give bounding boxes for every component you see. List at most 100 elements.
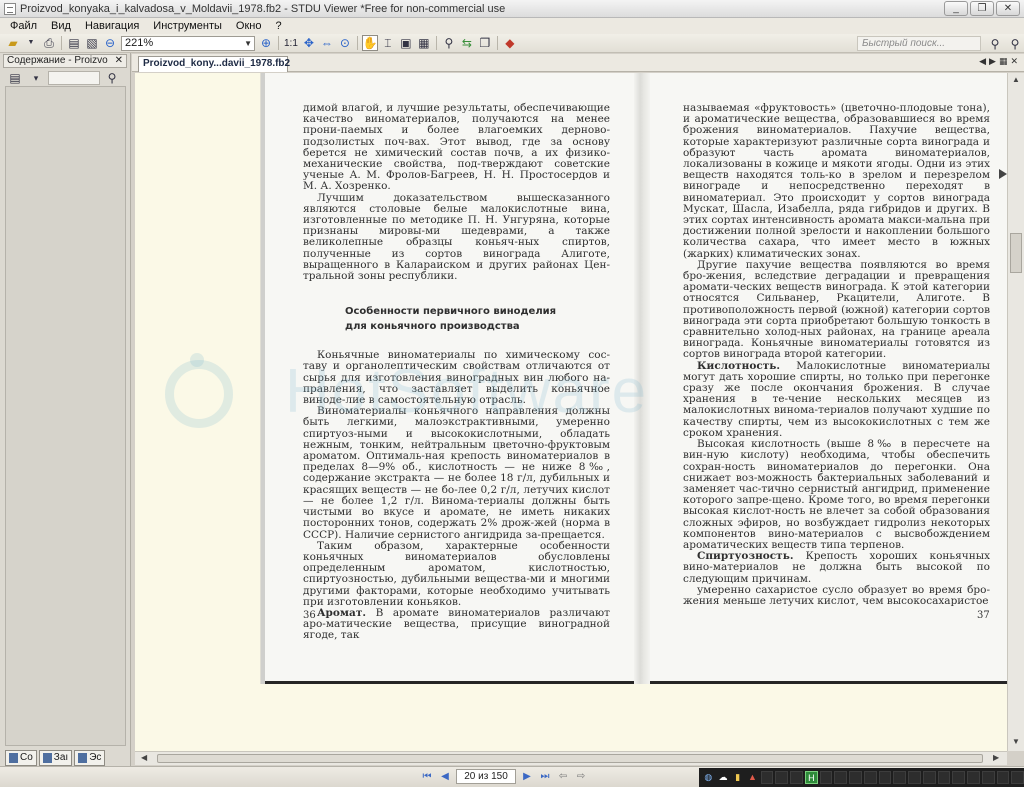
menu-view[interactable]: Вид xyxy=(44,20,78,32)
bookmark-icon[interactable]: ◆ xyxy=(502,35,518,51)
horizontal-scroll-thumb[interactable] xyxy=(157,754,983,763)
horizontal-scrollbar[interactable]: ◀ ▶ xyxy=(135,751,1007,765)
print-icon[interactable]: ⎙ xyxy=(41,35,57,51)
open-folder-icon[interactable]: ▰ xyxy=(5,35,21,51)
hand-tool-icon[interactable]: ✋ xyxy=(361,35,378,51)
history-back-icon[interactable]: ⇦ xyxy=(556,770,570,784)
tray-h-icon[interactable]: H xyxy=(804,771,818,784)
paragraph-text: Малокислотные виноматериалы могут дать х… xyxy=(683,359,990,439)
scroll-up-icon[interactable]: ▲ xyxy=(1012,75,1020,84)
thumbnails-icon xyxy=(78,753,88,763)
fit-page-icon[interactable]: ✥ xyxy=(301,35,317,51)
scroll-right-icon[interactable]: ▶ xyxy=(993,753,999,762)
tray-slot xyxy=(893,771,907,784)
tab-list-icon[interactable]: ▦ xyxy=(999,56,1008,67)
tab-next-icon[interactable]: ▶ xyxy=(989,56,996,67)
page-left-paragraph: Таким образом, характерные особенности к… xyxy=(303,539,610,608)
page-number-right: 37 xyxy=(977,610,990,621)
tab-thumbnails-label: Эc xyxy=(89,752,102,763)
tray-slot xyxy=(819,771,833,784)
document-viewer[interactable]: димой влагой, и лучшие результаты, обесп… xyxy=(135,73,1007,751)
tray-app-icon[interactable]: ▲ xyxy=(746,771,759,784)
toolbar-separator xyxy=(356,36,358,50)
panel-search-input[interactable] xyxy=(48,71,100,85)
tray-slot xyxy=(1011,771,1024,784)
scroll-down-icon[interactable]: ▼ xyxy=(1012,737,1020,746)
vertical-scroll-thumb[interactable] xyxy=(1010,233,1022,273)
tab-thumbnails[interactable]: Эc xyxy=(74,750,106,766)
first-page-icon[interactable]: ⏮ xyxy=(420,770,434,784)
last-page-icon[interactable]: ⏭ xyxy=(538,770,552,784)
expand-icon[interactable]: ▾ xyxy=(28,70,44,86)
page-left: димой влагой, и лучшие результаты, обесп… xyxy=(303,102,610,642)
image-select-icon[interactable]: ▦ xyxy=(416,35,432,51)
toolbar-separator xyxy=(278,36,279,50)
copy-icon[interactable]: ❐ xyxy=(477,35,493,51)
menu-file[interactable]: Файл xyxy=(3,20,44,32)
page-right-paragraph: Высокая кислотность (выше 8‰ в пересчете… xyxy=(683,438,990,551)
history-forward-icon[interactable]: ⇨ xyxy=(574,770,588,784)
minimize-button[interactable]: _ xyxy=(944,1,968,16)
zoom-select[interactable]: 221% ▼ xyxy=(121,35,255,51)
document-tab[interactable]: Proizvod_kony...davii_1978.fb2 xyxy=(138,56,290,72)
page-number-input[interactable]: 20 из 150 xyxy=(456,769,516,784)
export-icon[interactable]: ▧ xyxy=(84,35,100,51)
panel-toolbar: ▤ ▾ ⚲ xyxy=(0,69,130,87)
tray-folder-icon[interactable]: ▮ xyxy=(731,771,744,784)
quick-search-input[interactable]: Быстрый поиск... xyxy=(857,36,981,51)
tab-bookmarks[interactable]: Зaı xyxy=(38,750,73,766)
tab-navigation: ◀ ▶ ▦ ✕ xyxy=(979,56,1018,67)
fit-visible-icon[interactable]: ⊙ xyxy=(337,35,353,51)
toolbar-separator xyxy=(435,36,437,50)
page-edge-marker xyxy=(999,169,1007,179)
page-number-left: 36 xyxy=(303,610,316,621)
maximize-button[interactable]: ❐ xyxy=(970,1,994,16)
tab-bookmarks-label: Зaı xyxy=(53,752,69,763)
text-select-icon[interactable]: ⌶ xyxy=(380,35,396,51)
zoom-in-icon[interactable]: ⊕ xyxy=(258,35,274,51)
scroll-left-icon[interactable]: ◀ xyxy=(141,753,147,762)
page-left-paragraph: Аромат. В аромате виноматериалов различа… xyxy=(303,606,610,642)
tab-prev-icon[interactable]: ◀ xyxy=(979,56,986,67)
actual-size-button[interactable]: 1:1 xyxy=(284,38,298,49)
page-setup-icon[interactable]: ▤ xyxy=(66,35,82,51)
panel-close-icon[interactable]: ✕ xyxy=(115,55,123,67)
term-bold: Кислотность. xyxy=(697,359,781,372)
menu-tools[interactable]: Инструменты xyxy=(146,20,229,32)
page-left-paragraph: димой влагой, и лучшие результаты, обесп… xyxy=(303,102,610,193)
menu-window[interactable]: Окно xyxy=(229,20,269,32)
next-page-icon[interactable]: ▶ xyxy=(520,770,534,784)
close-button[interactable]: ✕ xyxy=(996,1,1020,16)
toolbar-separator xyxy=(61,36,62,50)
tab-close-icon[interactable]: ✕ xyxy=(1010,56,1018,67)
page-navigation: ⏮ ◀ 20 из 150 ▶ ⏭ ⇦ ⇨ xyxy=(420,769,588,784)
zoom-out-icon[interactable]: ⊖ xyxy=(102,35,118,51)
previous-page-icon[interactable]: ◀ xyxy=(438,770,452,784)
dropdown-arrow-icon[interactable]: ▼ xyxy=(23,35,39,51)
tray-slot xyxy=(952,771,966,784)
term-bold: Аромат. xyxy=(317,606,366,619)
tab-contents[interactable]: Co xyxy=(5,750,37,766)
bookmark-add-icon[interactable]: ▤ xyxy=(7,70,23,86)
search-next-icon[interactable]: ⚲ xyxy=(1007,36,1023,52)
menu-help[interactable]: ? xyxy=(268,20,288,32)
panel-find-icon[interactable]: ⚲ xyxy=(104,70,120,86)
contents-tree[interactable] xyxy=(5,86,126,746)
find-icon[interactable]: ⚲ xyxy=(441,35,457,51)
panel-header: Содержание - Proizvo ✕ xyxy=(3,54,127,68)
tray-slot xyxy=(967,771,980,784)
menu-navigation[interactable]: Навигация xyxy=(78,20,146,32)
fit-width-icon[interactable]: ⇔ xyxy=(319,35,335,51)
page-left-paragraph: Виноматериалы коньячного направления дол… xyxy=(303,405,610,541)
search-icon[interactable]: ⚲ xyxy=(987,36,1003,52)
tray-cloud-icon[interactable]: ☁ xyxy=(717,771,730,784)
tray-slot xyxy=(790,771,803,784)
page-right-paragraph: Кислотность. Малокислотные виноматериалы… xyxy=(683,359,990,439)
snapshot-icon[interactable]: ▣ xyxy=(398,35,414,51)
vertical-scrollbar[interactable]: ▲ ▼ xyxy=(1007,73,1024,751)
replace-icon[interactable]: ⇆ xyxy=(459,35,475,51)
contents-icon xyxy=(9,753,18,763)
section-heading: Особенности первичного виноделия для кон… xyxy=(303,304,610,334)
tray-slot xyxy=(760,771,774,784)
tray-globe-icon[interactable]: ◍ xyxy=(702,771,715,784)
